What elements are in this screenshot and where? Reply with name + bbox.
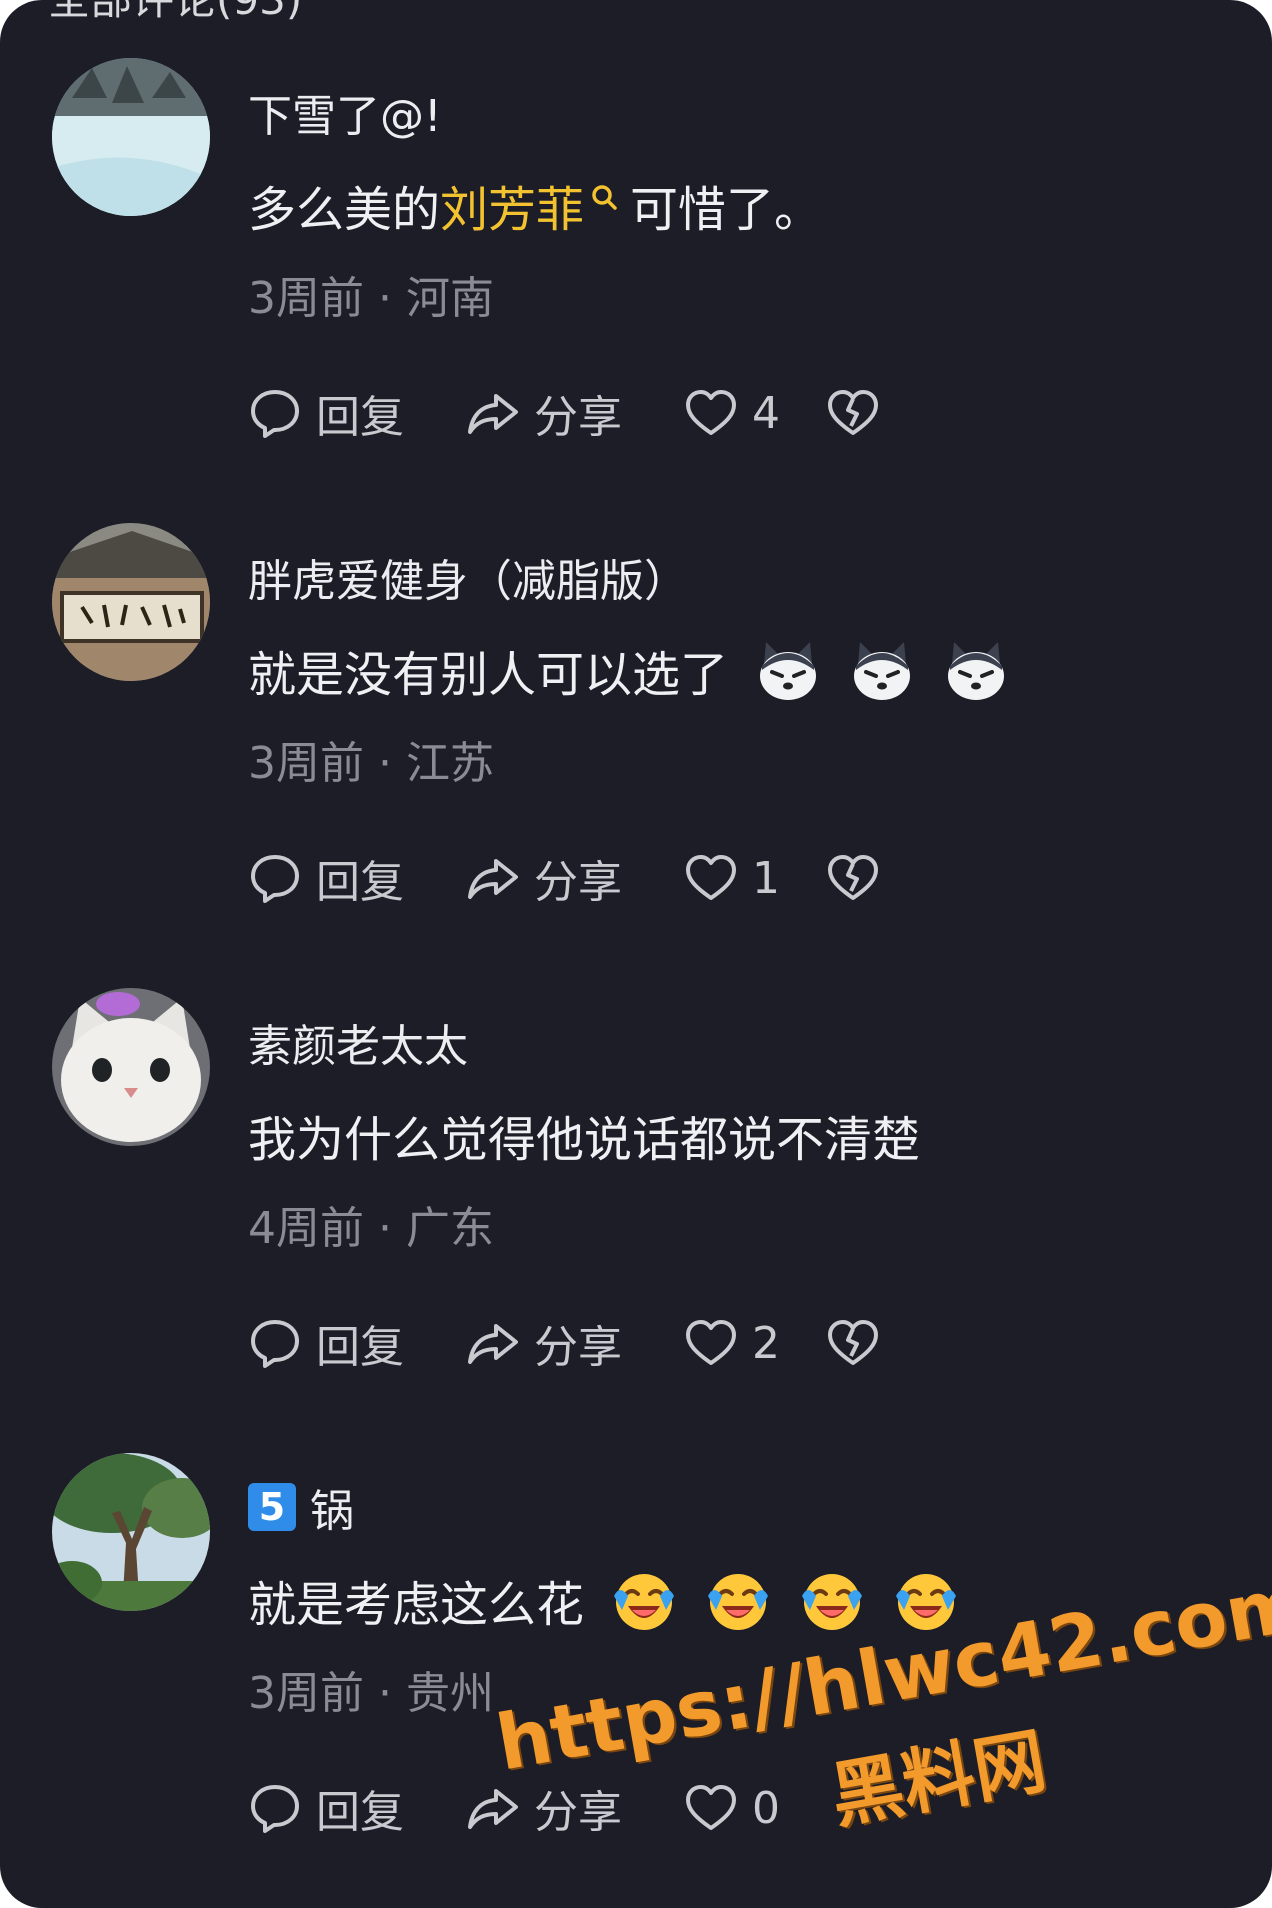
- comment-item: 胖虎爱健身（减脂版） 就是没有别人可以选了 3周前 · 江苏 回复 分享 1: [0, 465, 1272, 930]
- share-button[interactable]: 分享: [466, 846, 684, 910]
- comment-text: 我为什么觉得他说话都说不清楚: [248, 1100, 920, 1170]
- comment-meta: 3周前 · 贵州: [248, 1668, 494, 1719]
- avatar[interactable]: [52, 988, 210, 1146]
- comment-text-part: 就是考虑这么花: [248, 1577, 585, 1633]
- tree-avatar-image: [52, 1453, 210, 1611]
- comment-bubble-icon: [251, 1785, 299, 1833]
- dislike-button[interactable]: [826, 386, 880, 440]
- temple-sign-avatar-image: [52, 523, 210, 681]
- reply-button[interactable]: 回复: [248, 846, 466, 910]
- comment-bubble-icon: [251, 390, 299, 438]
- like-button[interactable]: 4: [684, 386, 826, 440]
- broken-heart-icon: [828, 855, 878, 900]
- like-button[interactable]: 1: [684, 851, 826, 905]
- broken-heart-icon: [828, 1320, 878, 1365]
- share-button[interactable]: 分享: [466, 1311, 684, 1375]
- level-badge: 5: [248, 1483, 296, 1531]
- share-arrow-icon: [468, 1324, 518, 1364]
- like-count: 4: [752, 387, 780, 439]
- crying-laughing-emoji: [802, 1574, 863, 1630]
- like-count: 1: [752, 852, 780, 904]
- share-label: 分享: [534, 857, 622, 908]
- husky-smirk-emoji: [760, 642, 817, 700]
- username-text: 锅: [310, 1486, 354, 1537]
- reply-button[interactable]: 回复: [248, 1311, 466, 1375]
- action-bar: 回复 分享 2: [248, 1315, 880, 1373]
- username[interactable]: 下雪了@!: [248, 80, 442, 144]
- location: 贵州: [406, 1668, 494, 1719]
- heart-icon: [686, 855, 736, 900]
- username[interactable]: 胖虎爱健身（减脂版）: [248, 545, 688, 609]
- like-button[interactable]: 2: [684, 1316, 826, 1370]
- avatar[interactable]: [52, 1453, 210, 1611]
- comment-panel: 全部评论(93) 下雪了@! 多么美的 刘芳菲 可惜了。 3周前·河南: [0, 0, 1272, 1908]
- dislike-button[interactable]: [826, 851, 880, 905]
- time-ago: 3周前: [248, 1668, 364, 1719]
- share-label: 分享: [534, 392, 622, 443]
- time-ago: 3周前: [248, 738, 364, 789]
- location: 广东: [406, 1203, 494, 1254]
- comment-text-part: 可惜了。: [630, 182, 823, 238]
- like-count: 2: [752, 1317, 780, 1369]
- crying-laughing-emoji: [614, 1574, 675, 1630]
- white-cat-avatar-image: [52, 988, 210, 1146]
- reply-label: 回复: [316, 392, 404, 443]
- broken-heart-icon: [828, 390, 878, 435]
- comment-text-part: 多么美的: [248, 182, 441, 238]
- comment-text-part: 我为什么觉得他说话都说不清楚: [248, 1112, 921, 1168]
- share-button[interactable]: 分享: [466, 381, 684, 445]
- dislike-button[interactable]: [826, 1316, 880, 1370]
- reply-label: 回复: [316, 1787, 404, 1838]
- comment-meta: 4周前 · 广东: [248, 1203, 494, 1254]
- comment-text-part: 就是没有别人可以选了: [248, 647, 729, 703]
- comment-bubble-icon: [251, 855, 299, 903]
- avatar[interactable]: [52, 523, 210, 681]
- location: 河南: [406, 273, 494, 324]
- snow-scene-avatar-image: [52, 58, 210, 216]
- share-label: 分享: [534, 1322, 622, 1373]
- location: 江苏: [406, 738, 494, 789]
- action-bar: 回复 分享 1: [248, 850, 880, 908]
- comment-meta: 3周前 · 河南: [248, 273, 494, 324]
- avatar[interactable]: [52, 58, 210, 216]
- husky-smirk-emoji: [854, 642, 911, 700]
- comment-text: 就是没有别人可以选了: [248, 635, 1010, 705]
- action-bar: 回复 分享 4: [248, 385, 880, 443]
- husky-smirk-emoji: [948, 642, 1005, 700]
- search-keyword-link[interactable]: 刘芳菲: [440, 170, 584, 240]
- comment-item: 下雪了@! 多么美的 刘芳菲 可惜了。 3周前 · 河南 回复 分享 4: [0, 0, 1272, 465]
- crying-laughing-emoji: [708, 1574, 769, 1630]
- username[interactable]: 5 锅: [248, 1475, 354, 1539]
- comment-text: 多么美的 刘芳菲 可惜了。: [248, 170, 822, 240]
- reply-label: 回复: [316, 857, 404, 908]
- reply-button[interactable]: 回复: [248, 1776, 466, 1840]
- comment-item: 素颜老太太 我为什么觉得他说话都说不清楚 4周前 · 广东 回复 分享 2: [0, 930, 1272, 1395]
- comment-text: 就是考虑这么花: [248, 1565, 960, 1635]
- reply-button[interactable]: 回复: [248, 381, 466, 445]
- username[interactable]: 素颜老太太: [248, 1010, 468, 1074]
- share-arrow-icon: [468, 394, 518, 434]
- heart-icon: [686, 390, 736, 435]
- share-arrow-icon: [468, 859, 518, 899]
- time-ago: 4周前: [248, 1203, 364, 1254]
- time-ago: 3周前: [248, 273, 364, 324]
- comment-bubble-icon: [251, 1320, 299, 1368]
- comment-meta: 3周前 · 江苏: [248, 738, 494, 789]
- search-icon[interactable]: [588, 181, 622, 229]
- reply-label: 回复: [316, 1322, 404, 1373]
- heart-icon: [686, 1320, 736, 1365]
